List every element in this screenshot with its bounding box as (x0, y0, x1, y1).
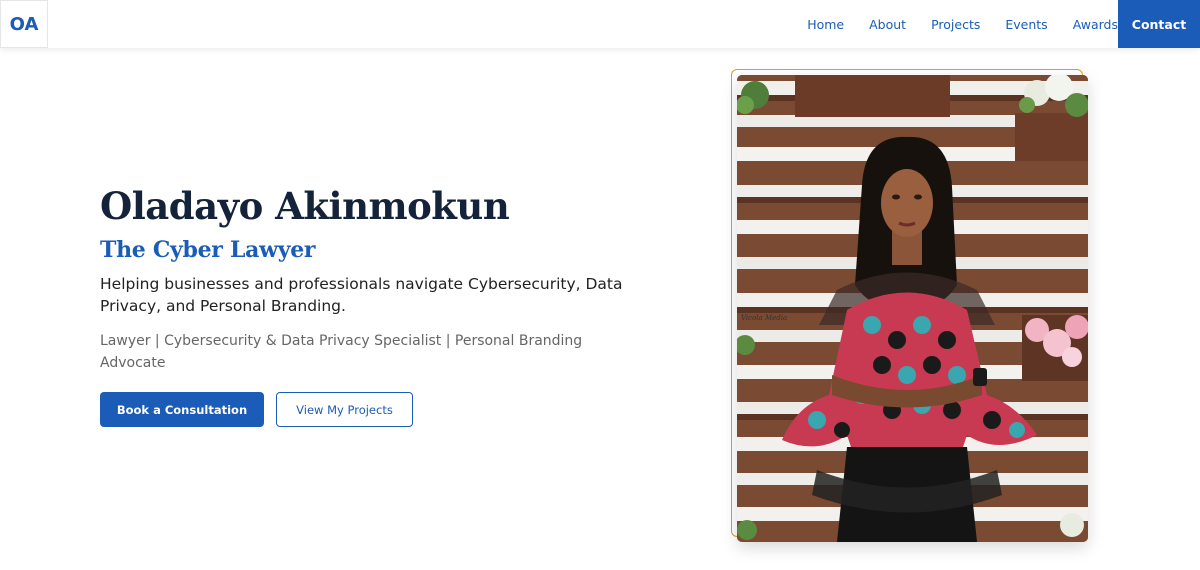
navbar: OA Home About Projects Events Awards Con… (0, 0, 1200, 48)
nav-link-events[interactable]: Events (1005, 17, 1047, 32)
logo[interactable]: OA (0, 0, 48, 48)
contact-button[interactable]: Contact (1118, 0, 1200, 48)
nav-link-about[interactable]: About (869, 17, 906, 32)
nav-link-projects[interactable]: Projects (931, 17, 980, 32)
hero-name: Oladayo Akinmokun (100, 184, 510, 228)
nav-link-awards[interactable]: Awards (1073, 17, 1118, 32)
view-projects-button[interactable]: View My Projects (276, 392, 413, 427)
nav-links: Home About Projects Events Awards (782, 0, 1118, 48)
hero-tagline: The Cyber Lawyer (100, 237, 316, 263)
portrait-illustration: Vicola Media (737, 75, 1088, 542)
hero-roles: Lawyer | Cybersecurity & Data Privacy Sp… (100, 333, 583, 371)
nav-link-home[interactable]: Home (807, 17, 844, 32)
book-consultation-button[interactable]: Book a Consultation (100, 392, 264, 427)
portrait-photo: Vicola Media (737, 75, 1088, 542)
photo-watermark: Vicola Media (741, 314, 787, 322)
hero-description: Helping businesses and professionals nav… (100, 275, 623, 315)
